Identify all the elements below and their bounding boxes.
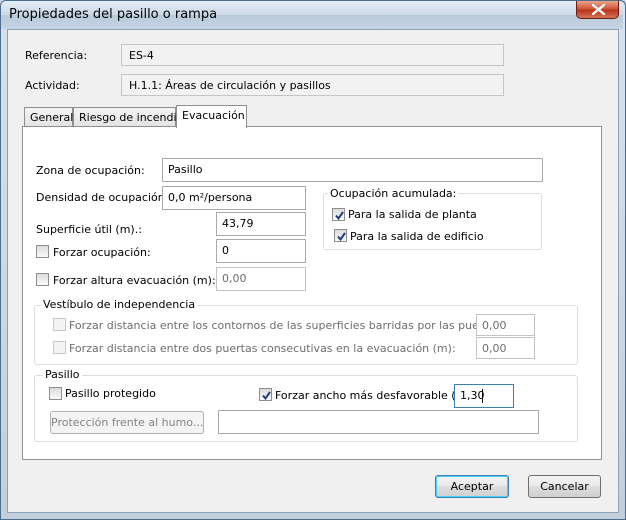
text-caret <box>482 389 483 403</box>
close-button[interactable] <box>576 1 619 19</box>
actividad-label: Actividad: <box>25 79 80 92</box>
forzar-altura-label: Forzar altura evacuación (m): <box>53 274 216 287</box>
pasillo-title: Pasillo <box>43 368 82 381</box>
forzar-altura-input[interactable]: 0,00 <box>216 267 306 291</box>
proteccion-humo-button[interactable]: Protección frente al humo... <box>50 411 204 434</box>
forzar-altura-checkbox[interactable] <box>36 273 49 286</box>
proteccion-humo-field[interactable] <box>218 410 539 434</box>
pasillo-protegido-checkbox[interactable] <box>49 387 62 400</box>
window-title: Propiedades del pasillo o rampa <box>9 7 218 22</box>
zona-ocupacion-input[interactable]: Pasillo <box>162 158 543 182</box>
superficie-util-label: Superficie útil (m).: <box>36 223 142 236</box>
checkmark-icon <box>337 232 346 242</box>
superficie-util-input[interactable]: 43,79 <box>216 212 306 236</box>
pasillo-protegido-label: Pasillo protegido <box>65 387 156 400</box>
forzar-ancho-input[interactable]: 1,30 <box>454 384 514 408</box>
vestibulo-title: Vestíbulo de independencia <box>41 298 198 311</box>
aceptar-button[interactable]: Aceptar <box>435 475 509 498</box>
dist-puertas-input[interactable]: 0,00 <box>476 337 535 359</box>
salida-edificio-checkbox[interactable] <box>334 229 347 242</box>
salida-planta-label: Para la salida de planta <box>348 208 477 221</box>
salida-planta-checkbox[interactable] <box>332 208 345 221</box>
dist-puertas-checkbox[interactable] <box>53 341 66 354</box>
referencia-label: Referencia: <box>25 49 88 62</box>
tab-riesgo-incendio[interactable]: Riesgo de incendio <box>73 107 183 127</box>
forzar-ancho-checkbox[interactable] <box>259 388 272 401</box>
referencia-field: ES-4 <box>121 44 504 66</box>
densidad-ocupacion-label: Densidad de ocupación: <box>36 191 169 204</box>
forzar-ocupacion-checkbox[interactable] <box>36 245 49 258</box>
densidad-ocupacion-input[interactable]: 0,0 m²/persona <box>162 186 306 210</box>
forzar-ocupacion-label: Forzar ocupación: <box>53 246 151 259</box>
forzar-ocupacion-input[interactable]: 0 <box>216 239 306 263</box>
dist-puertas-label: Forzar distancia entre dos puertas conse… <box>69 342 456 355</box>
forzar-ancho-value: 1,30 <box>460 389 485 402</box>
dist-contornos-label: Forzar distancia entre los contornos de … <box>69 319 527 332</box>
ocupacion-acumulada-title: Ocupación acumulada: <box>328 187 459 200</box>
checkmark-icon <box>335 211 344 221</box>
close-icon <box>592 4 605 15</box>
checkmark-icon <box>262 391 271 401</box>
salida-edificio-label: Para la salida de edificio <box>350 230 484 243</box>
dist-contornos-input[interactable]: 0,00 <box>476 314 535 336</box>
cancelar-button[interactable]: Cancelar <box>528 475 601 498</box>
dist-contornos-checkbox[interactable] <box>53 318 66 331</box>
zona-ocupacion-label: Zona de ocupación: <box>36 164 145 177</box>
tab-general[interactable]: General <box>24 107 73 127</box>
actividad-field: H.1.1: Áreas de circulación y pasillos <box>121 74 504 96</box>
forzar-ancho-label: Forzar ancho más desfavorable (m): <box>275 389 475 402</box>
tab-evacuacion[interactable]: Evacuación <box>176 105 247 128</box>
